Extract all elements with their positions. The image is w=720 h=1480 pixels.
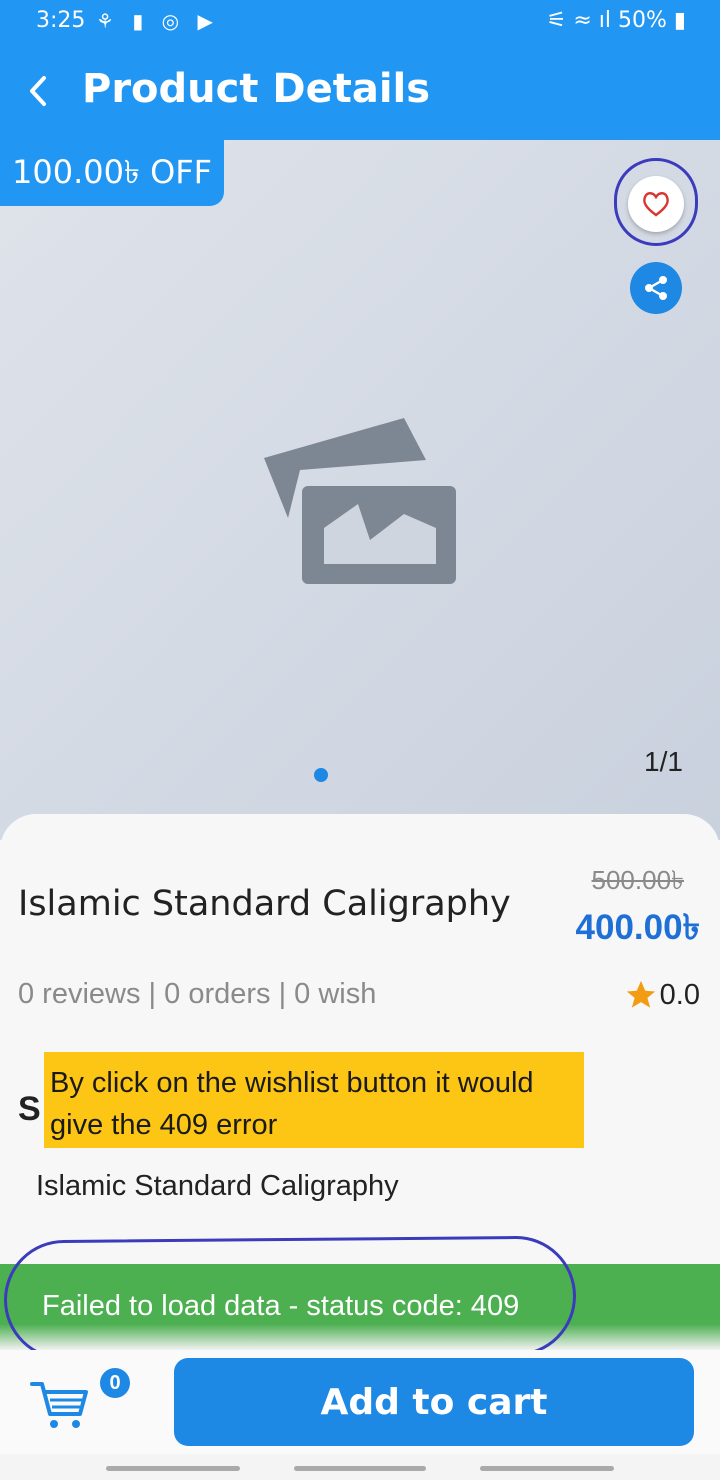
status-bar: 3:25 ⚘ ▮ ◎ ▶ ⚟ ≈ ıl 50% ▮ bbox=[0, 0, 720, 42]
page-title: Product Details bbox=[82, 66, 431, 112]
rating: 0.0 bbox=[624, 978, 700, 1012]
share-button[interactable] bbox=[630, 262, 682, 314]
battery-icon: ▮ bbox=[666, 8, 686, 33]
nav-recents[interactable] bbox=[106, 1466, 240, 1471]
notification-icons: ⚘ ▮ ◎ ▶ bbox=[96, 9, 219, 33]
image-counter: 1/1 bbox=[644, 746, 683, 777]
rating-value: 0.0 bbox=[659, 978, 700, 1011]
discount-badge: 100.00৳ OFF bbox=[0, 140, 225, 206]
annotation-note: By click on the wishlist button it would… bbox=[44, 1052, 584, 1148]
app-bar: Product Details bbox=[0, 42, 720, 140]
status-time: 3:25 bbox=[36, 8, 86, 33]
share-icon bbox=[645, 276, 667, 300]
nav-back[interactable] bbox=[480, 1466, 614, 1471]
back-arrow-icon[interactable] bbox=[18, 68, 58, 114]
product-stats: 0 reviews | 0 orders | 0 wish bbox=[18, 978, 377, 1010]
image-placeholder-icon bbox=[264, 418, 456, 584]
carousel-indicator-dot[interactable] bbox=[314, 768, 328, 782]
nav-home[interactable] bbox=[294, 1466, 426, 1471]
star-icon bbox=[626, 980, 655, 1008]
discounted-price: 400.00৳ bbox=[575, 908, 700, 947]
original-price: 500.00৳ bbox=[591, 865, 684, 895]
add-to-cart-button[interactable]: Add to cart bbox=[174, 1358, 694, 1446]
annotation-oval bbox=[3, 1235, 577, 1361]
status-right: ⚟ ≈ ıl 50% ▮ bbox=[547, 8, 686, 33]
product-name: Islamic Standard Caligraphy bbox=[18, 884, 511, 924]
battery-level: 50% bbox=[617, 8, 667, 33]
cart-icon[interactable] bbox=[30, 1370, 94, 1434]
signal-icon: ⚟ ≈ ıl bbox=[546, 8, 618, 33]
cart-count-badge: 0 bbox=[100, 1368, 130, 1398]
annotation-circle bbox=[614, 158, 698, 246]
section-heading: S bbox=[18, 1090, 41, 1128]
product-description: Islamic Standard Caligraphy bbox=[36, 1170, 399, 1202]
